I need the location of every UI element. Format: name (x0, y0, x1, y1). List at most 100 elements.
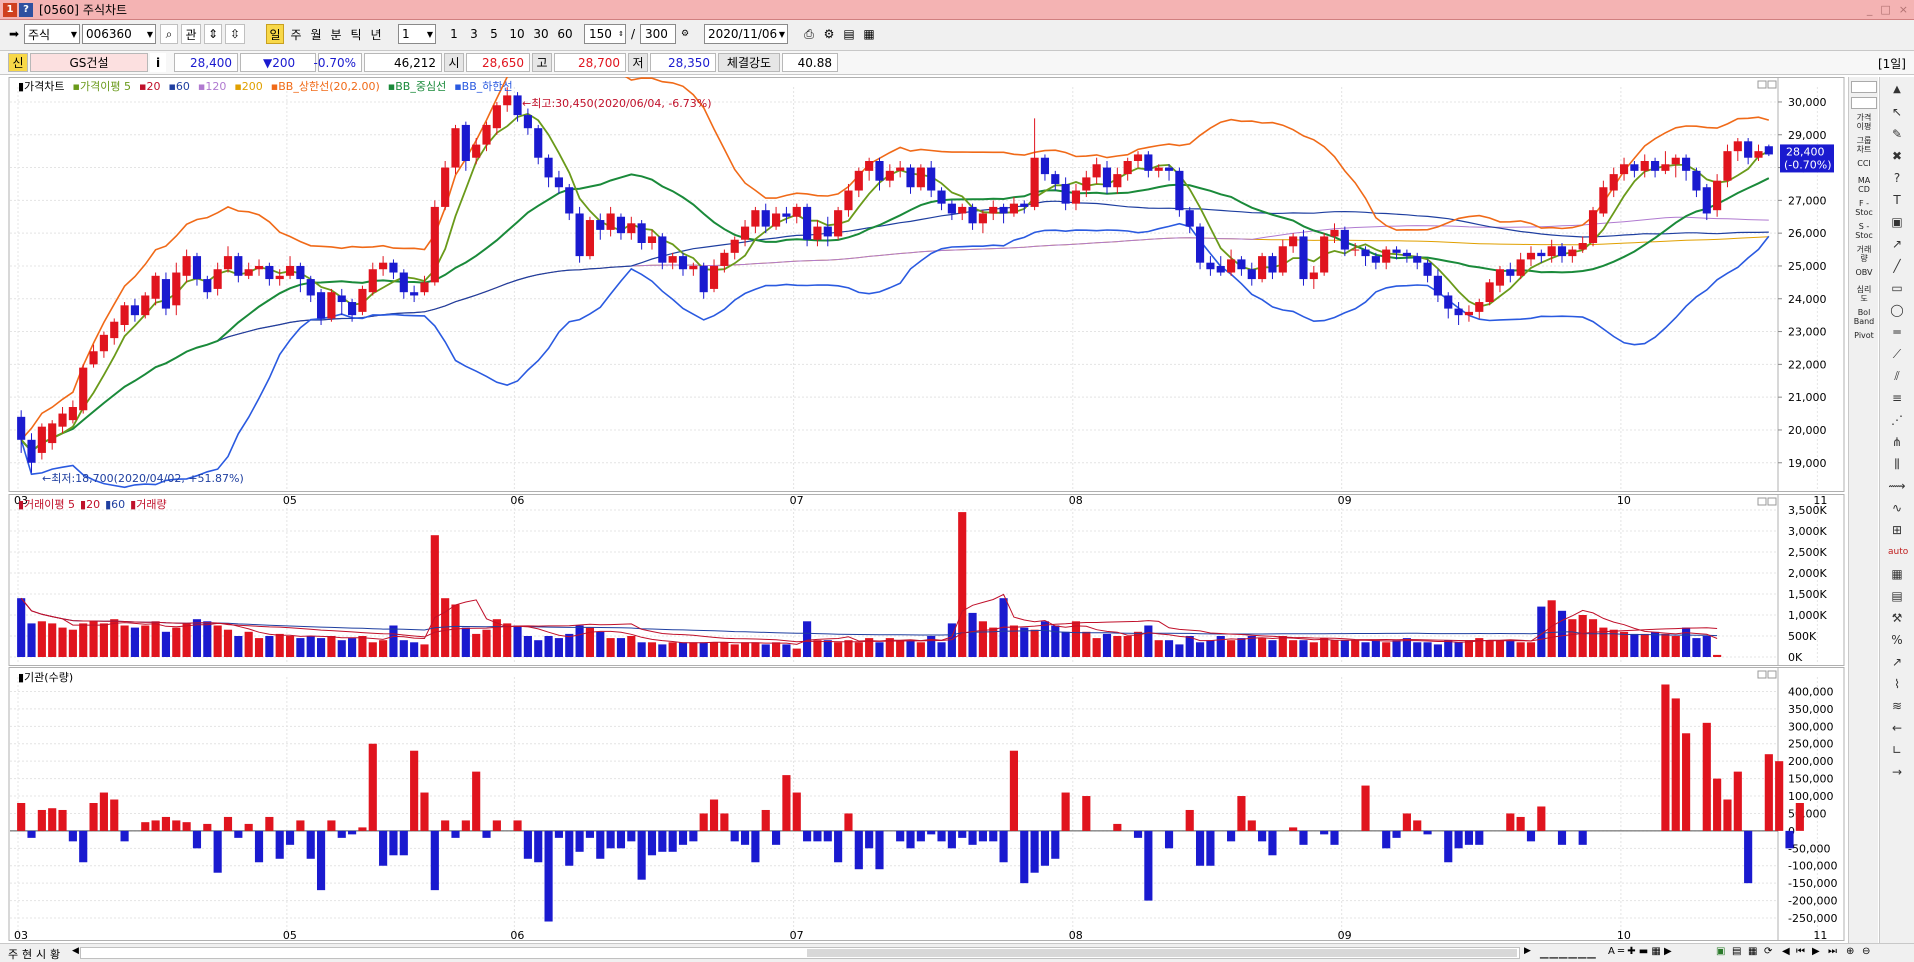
andrews-pitchfork-icon[interactable]: ⋔ (1888, 433, 1906, 451)
save-image-icon[interactable]: ▤ (1732, 946, 1741, 957)
display-count-input[interactable]: 150 ⇕ (584, 24, 626, 44)
diagonal-arrow-icon[interactable]: ↗ (1888, 653, 1906, 671)
calendar-icon[interactable]: ▦ (1888, 565, 1906, 583)
spin-icon[interactable]: ⇳ (225, 24, 245, 44)
chart-tools[interactable]: A ═ ✚ ▬ ▦ ▶ (1608, 946, 1672, 957)
scroll-right-icon[interactable]: ▶ (1524, 946, 1531, 956)
period-week-button[interactable]: 주 (287, 24, 305, 44)
eraser-icon[interactable]: ✎ (1888, 125, 1906, 143)
quick-1-button[interactable]: 1 (446, 24, 462, 44)
rectangle-tool-icon[interactable]: ▭ (1888, 279, 1906, 297)
scroll-thumb[interactable] (807, 949, 1517, 957)
indicator-6[interactable]: 거래 량 (1851, 245, 1877, 263)
pin-icon[interactable]: ⇕ (204, 24, 222, 44)
print-icon[interactable]: ⎙ (800, 24, 818, 44)
indicator-0[interactable]: 가격 이평 (1851, 113, 1877, 131)
multi-line-icon[interactable]: ≋ (1888, 697, 1906, 715)
zigzag-icon[interactable]: ⌇ (1888, 675, 1906, 693)
quick-5-button[interactable]: 5 (486, 24, 502, 44)
indicator-8[interactable]: 심리 도 (1851, 285, 1877, 303)
channel-tool-icon[interactable]: ⫽ (1888, 367, 1906, 385)
indicator-3[interactable]: MA CD (1851, 176, 1877, 194)
indicator-9[interactable]: Bol Band (1851, 308, 1877, 326)
first-icon[interactable]: ⏮ (1796, 946, 1805, 957)
chart-area[interactable]: 0303050506060707080809091010111130,00029… (8, 77, 1845, 943)
tab-ju[interactable]: 주 (8, 946, 18, 962)
zoom-slider-icon[interactable]: ▁▁▁▁▁▁ (1540, 946, 1597, 959)
arrow-tool-icon[interactable]: ↗ (1888, 235, 1906, 253)
clipboard-icon[interactable]: ▤ (1888, 587, 1906, 605)
next-icon[interactable]: ▶ (1812, 946, 1820, 957)
indicator-7[interactable]: OBV (1851, 268, 1877, 277)
info-icon[interactable]: i (150, 53, 166, 72)
indicator-5[interactable]: S - Stoc (1851, 222, 1877, 240)
percent-icon[interactable]: % (1888, 631, 1906, 649)
link-arrow-icon[interactable]: ➡ (6, 24, 22, 44)
search-icon[interactable]: ⌕ (160, 24, 178, 44)
text-icon[interactable]: T (1888, 191, 1906, 209)
app-menu-icon[interactable]: 1 (3, 2, 17, 17)
zoom-out-icon[interactable]: ⊖ (1862, 946, 1870, 957)
scroll-up-icon[interactable]: ▲ (1888, 81, 1906, 99)
horizontal-scrollbar[interactable] (80, 947, 1520, 959)
zoom-in-icon[interactable]: ⊕ (1846, 946, 1854, 957)
indicator-1[interactable]: 그룹 차트 (1851, 136, 1877, 154)
line-tool-icon[interactable]: ╱ (1888, 257, 1906, 275)
period-minute-button[interactable]: 분 (327, 24, 345, 44)
interval-select[interactable]: 1 ▼ (398, 24, 436, 44)
image-icon[interactable]: ▣ (1888, 213, 1906, 231)
question-icon[interactable]: ? (1888, 169, 1906, 187)
period-day-button[interactable]: 일 (266, 24, 284, 44)
stock-code-input[interactable]: 006360 ▼ (82, 24, 156, 44)
indicator-10[interactable]: Pivot (1851, 331, 1877, 340)
quick-30-button[interactable]: 30 (530, 24, 552, 44)
total-count-input[interactable]: 300 (640, 24, 676, 44)
excel-icon[interactable]: ▣ (1716, 946, 1725, 957)
panel-toggle-icon[interactable] (1851, 81, 1877, 93)
indicator-2[interactable]: CCI (1851, 159, 1877, 168)
tab-hwang[interactable]: 황 (50, 946, 60, 962)
gann-fan-icon[interactable]: ⋰ (1888, 411, 1906, 429)
save-icon[interactable]: ▤ (840, 24, 858, 44)
close-button[interactable]: × (1899, 3, 1908, 16)
layout-icon[interactable]: ▦ (1748, 946, 1757, 957)
magnet-icon[interactable]: ⚒ (1888, 609, 1906, 627)
quick-60-button[interactable]: 60 (554, 24, 576, 44)
prev-icon[interactable]: ◀ (1782, 946, 1790, 957)
market-select[interactable]: 주식 ▼ (24, 24, 80, 44)
export-icon[interactable]: ▦ (860, 24, 878, 44)
quick-10-button[interactable]: 10 (506, 24, 528, 44)
speed-line-icon[interactable]: ⟿ (1888, 477, 1906, 495)
period-year-button[interactable]: 년 (367, 24, 385, 44)
help-icon[interactable]: ? (19, 2, 33, 17)
wave-icon[interactable]: ∿ (1888, 499, 1906, 517)
ellipse-tool-icon[interactable]: ◯ (1888, 301, 1906, 319)
scroll-left-icon[interactable]: ◀ (72, 946, 79, 956)
quick-3-button[interactable]: 3 (466, 24, 482, 44)
delete-icon[interactable]: ✖ (1888, 147, 1906, 165)
tab-hyeon[interactable]: 현 (22, 946, 32, 962)
date-picker[interactable]: 2020/11/06 ▼ (704, 24, 788, 44)
cursor-icon[interactable]: ↖ (1888, 103, 1906, 121)
maximize-button[interactable]: □ (1880, 3, 1890, 16)
horizontal-line-icon[interactable]: ═ (1888, 323, 1906, 341)
gwan-button[interactable]: 관 (181, 24, 201, 44)
grid-icon[interactable]: ⊞ (1888, 521, 1906, 539)
panel-layout-icon[interactable] (1851, 97, 1877, 109)
gear-icon[interactable]: ⚙ (820, 24, 838, 44)
trend-line-icon[interactable]: ⟋ (1888, 345, 1906, 363)
indicator-4[interactable]: F - Stoc (1851, 199, 1877, 217)
refresh-icon[interactable]: ⟳ (1764, 946, 1772, 957)
last-icon[interactable]: ⏭ (1828, 946, 1837, 957)
fibonacci-icon[interactable]: ≡ (1888, 389, 1906, 407)
left-arrow-icon[interactable]: ← (1888, 719, 1906, 737)
corner-icon[interactable]: ∟ (1888, 741, 1906, 759)
tab-si[interactable]: 시 (36, 946, 46, 962)
cycle-line-icon[interactable]: ⫼ (1888, 455, 1906, 473)
stock-name[interactable]: GS건설 (30, 53, 148, 72)
right-arrow-icon[interactable]: → (1888, 763, 1906, 781)
period-tick-button[interactable]: 틱 (347, 24, 365, 44)
minimize-button[interactable]: _ (1867, 3, 1873, 16)
period-month-button[interactable]: 월 (307, 24, 325, 44)
auto-trend-icon[interactable]: auto (1888, 543, 1908, 561)
